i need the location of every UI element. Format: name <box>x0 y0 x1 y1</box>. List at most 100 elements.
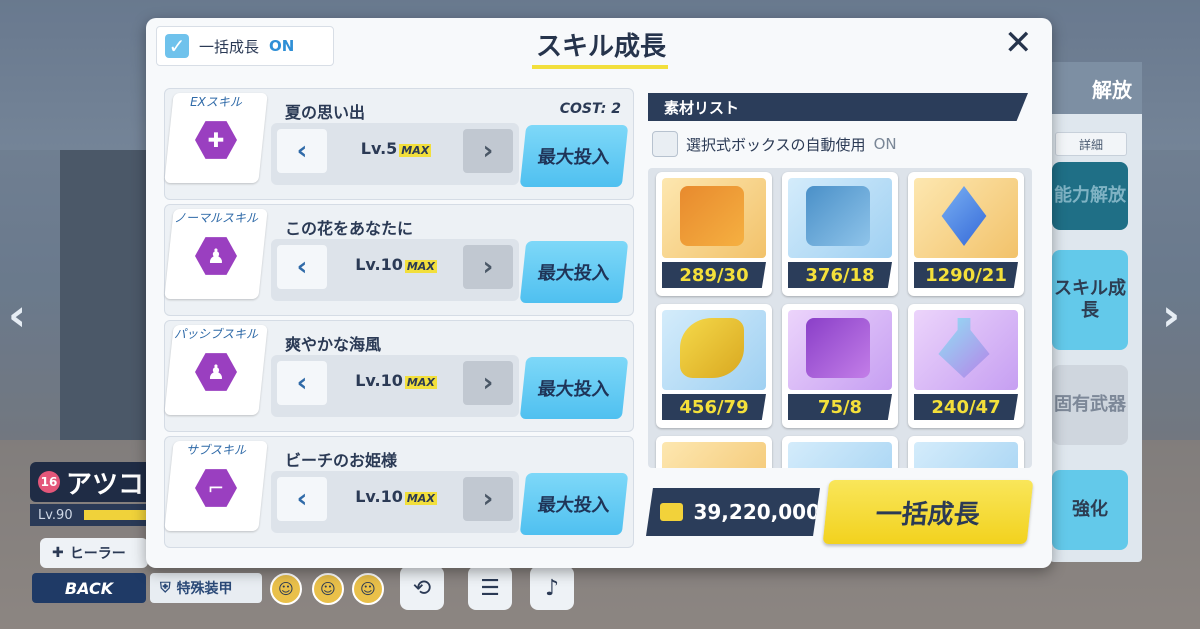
level-value: Lv.10 <box>355 255 403 274</box>
skill-row-ex: EXスキル ✚ 夏の思い出 COST: 2 ‹ Lv.5 MAX › 最大投入 <box>164 88 634 200</box>
material-tile-bg <box>788 442 892 468</box>
material-tile[interactable]: 75/8 <box>782 304 898 428</box>
voice-icon[interactable]: ♪ <box>530 566 574 610</box>
level-decrease-chevron-left-icon[interactable]: ‹ <box>277 361 327 405</box>
side-item-ability-release[interactable]: 能力解放 <box>1052 162 1128 230</box>
mood-face-icon[interactable]: ☺ <box>352 573 384 605</box>
cost-label: COST <box>559 101 601 117</box>
max-invest-button[interactable]: 最大投入 <box>519 473 629 535</box>
skill-growth-dialog: ✓ 一括成長 ON スキル成長 ✕ EXスキル ✚ 夏の思い出 COST: 2 … <box>146 18 1052 568</box>
ex-skill-disc-blue-icon <box>806 186 870 246</box>
max-badge: MAX <box>404 492 437 505</box>
level-text: Lv.10 MAX <box>341 255 451 274</box>
ex-skill-disc-orange-icon <box>680 186 744 246</box>
ex-skill-disc-purple-icon <box>806 318 870 378</box>
next-character-arrow-icon[interactable]: › <box>1162 290 1180 341</box>
material-tile[interactable]: 240/47 <box>908 304 1024 428</box>
shield-icon: ⛨ <box>160 580 171 596</box>
bulk-growth-button[interactable]: 一括成長 <box>822 480 1034 544</box>
close-icon[interactable]: ✕ <box>1004 26 1033 60</box>
prev-character-arrow-icon[interactable]: ‹ <box>8 290 26 341</box>
affection-heart-icon: 16 <box>38 471 60 493</box>
checkbox-unchecked-icon[interactable] <box>652 131 678 157</box>
material-count: 456/79 <box>662 394 766 420</box>
max-invest-button[interactable]: 最大投入 <box>519 357 629 419</box>
level-selector: ‹ Lv.10 MAX › <box>271 471 519 533</box>
skill-type-label: ノーマルスキル <box>173 211 258 225</box>
level-selector: ‹ Lv.10 MAX › <box>271 239 519 301</box>
level-increase-chevron-right-icon[interactable]: › <box>463 129 513 173</box>
role-badge: ✚ ヒーラー <box>40 538 148 568</box>
level-value: Lv.5 <box>360 139 398 158</box>
max-badge: MAX <box>404 376 437 389</box>
bulk-growth-toggle-label: 一括成長 <box>199 37 260 56</box>
max-invest-button[interactable]: 最大投入 <box>519 241 629 303</box>
level-selector: ‹ Lv.10 MAX › <box>271 355 519 417</box>
level-selector: ‹ Lv.5 MAX › <box>271 123 519 185</box>
level-decrease-chevron-left-icon[interactable]: ‹ <box>277 245 327 289</box>
material-tile[interactable]: 289/30 <box>656 172 772 296</box>
material-tile-partial[interactable] <box>908 436 1024 468</box>
side-item-skill-growth[interactable]: スキル成長 <box>1052 250 1128 350</box>
level-text: Lv.10 MAX <box>341 371 451 390</box>
level-increase-chevron-right-icon[interactable]: › <box>463 361 513 405</box>
level-text: Lv.10 MAX <box>341 487 451 506</box>
bulk-growth-toggle[interactable]: ✓ 一括成長 ON <box>156 26 334 66</box>
material-tile[interactable]: 1290/21 <box>908 172 1024 296</box>
skill-row-normal: ノーマルスキル ♟ この花をあなたに ‹ Lv.10 MAX › 最大投入 <box>164 204 634 316</box>
skill-name: この花をあなたに <box>285 219 414 238</box>
skill-cost: COST: 2 <box>560 101 621 117</box>
cost-separator: : <box>600 101 612 117</box>
material-tile[interactable]: 376/18 <box>782 172 898 296</box>
material-tile-bg <box>914 442 1018 468</box>
level-value: Lv.10 <box>355 371 403 390</box>
max-invest-button[interactable]: 最大投入 <box>519 125 629 187</box>
level-increase-chevron-right-icon[interactable]: › <box>463 245 513 289</box>
checkbox-checked-icon[interactable]: ✓ <box>165 34 189 58</box>
level-text: Lv.5 MAX <box>341 139 451 158</box>
memo-icon[interactable]: ☰ <box>468 566 512 610</box>
side-menu-header: 解放 <box>1050 62 1142 114</box>
material-list-header: 素材リスト <box>648 93 1028 121</box>
character-exp-bar <box>84 510 148 520</box>
skill-type-label: パッシブスキル <box>173 327 258 341</box>
level-decrease-chevron-left-icon[interactable]: ‹ <box>277 477 327 521</box>
mood-face-icon[interactable]: ☺ <box>270 573 302 605</box>
material-count: 240/47 <box>914 394 1018 420</box>
skill-name: 爽やかな海風 <box>285 335 382 354</box>
material-tile-partial[interactable] <box>656 436 772 468</box>
max-badge: MAX <box>399 144 432 157</box>
skill-name: 夏の思い出 <box>285 103 366 122</box>
material-grid: 289/30 376/18 1290/21 456/79 75/8 240/47 <box>648 168 1032 468</box>
armor-type-badge: ⛨ 特殊装甲 <box>150 573 262 603</box>
title-underline <box>532 65 668 69</box>
material-tile-partial[interactable] <box>782 436 898 468</box>
skill-name: ビーチのお姫様 <box>285 451 398 470</box>
level-decrease-chevron-left-icon[interactable]: ‹ <box>277 129 327 173</box>
mood-face-icon[interactable]: ☺ <box>312 573 344 605</box>
credit-display: 39,220,000 <box>646 488 820 536</box>
detail-button[interactable]: 詳細 <box>1055 132 1127 156</box>
side-item-unique-weapon[interactable]: 固有武器 <box>1052 365 1128 445</box>
role-label: ヒーラー <box>69 546 126 562</box>
credit-ticket-icon <box>660 503 684 521</box>
auto-use-label: 選択式ボックスの自動使用 <box>686 135 866 154</box>
auto-use-selection-box-toggle[interactable]: 選択式ボックスの自動使用 ON <box>652 130 897 158</box>
lock-rotate-icon[interactable]: ⟲ <box>400 566 444 610</box>
level-value: Lv.10 <box>355 487 403 506</box>
material-tile[interactable]: 456/79 <box>656 304 772 428</box>
material-tile-bg <box>662 442 766 468</box>
bulk-growth-toggle-state: ON <box>269 37 295 55</box>
material-count: 1290/21 <box>914 262 1018 288</box>
material-count: 75/8 <box>788 394 892 420</box>
golden-plane-icon <box>680 318 744 378</box>
material-count: 376/18 <box>788 262 892 288</box>
cost-value: 2 <box>611 101 621 117</box>
character-name-plate: 16 アツコ <box>30 462 148 502</box>
dialog-title: スキル成長 <box>535 32 666 62</box>
material-count: 289/30 <box>662 262 766 288</box>
back-button[interactable]: BACK <box>32 573 146 603</box>
side-item-enhance[interactable]: 強化 <box>1052 470 1128 550</box>
character-level-text: Lv.90 <box>38 507 73 523</box>
level-increase-chevron-right-icon[interactable]: › <box>463 477 513 521</box>
